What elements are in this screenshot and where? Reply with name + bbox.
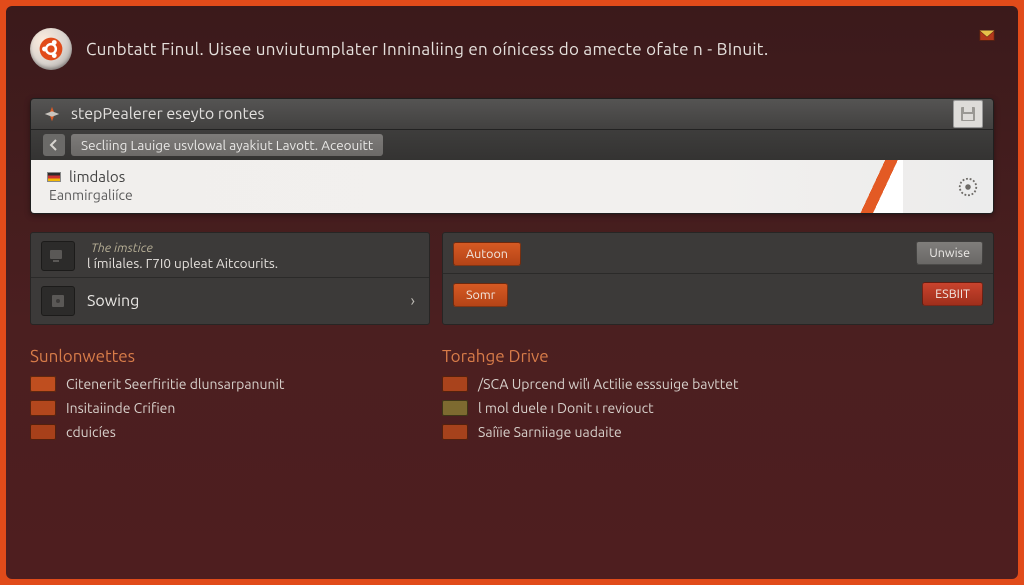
link-label: /SCA Uprcend wiľı Actilie esssuige bavtt…: [478, 376, 739, 392]
language-subtitle: Eanmirgaliíce: [49, 187, 977, 203]
compass-icon: [43, 105, 61, 123]
links-left-column: Sunlonwettes Citenerit Seerfiritie dluns…: [30, 347, 430, 444]
chevron-right-icon: ›: [411, 292, 416, 310]
color-swatch-icon: [30, 376, 56, 392]
accounts-hint: The imstice: [91, 241, 278, 255]
link-label: Saíïie Sarniiage uadaite: [478, 424, 622, 440]
link-label: Insitaiinde Crifien: [66, 400, 175, 416]
links-left-title: Sunlonwettes: [30, 347, 430, 366]
accounts-row[interactable]: The imstice l ímilales. Г7I0 upleat Aitc…: [31, 233, 429, 277]
link-item[interactable]: Insitaiinde Crifien: [30, 396, 430, 420]
mail-icon[interactable]: [978, 26, 996, 44]
window-header: Cunbtatt Finul. Uisee unviutumplater Inn…: [30, 26, 994, 72]
step-header: stepPealerer eseyto rontes: [31, 99, 993, 129]
step-title: stepPealerer eseyto rontes: [71, 105, 265, 123]
flag-icon: [47, 172, 61, 182]
chevron-left-icon: [48, 139, 60, 151]
link-item[interactable]: Saíïie Sarniiage uadaite: [442, 420, 994, 444]
settings-panel: The imstice l ímilales. Г7I0 upleat Aitc…: [30, 232, 994, 325]
color-swatch-icon: [30, 400, 56, 416]
links-section: Sunlonwettes Citenerit Seerfiritie dluns…: [30, 347, 994, 444]
action-button-2[interactable]: Somr: [453, 283, 508, 307]
ubuntu-logo-icon: [30, 28, 72, 70]
step-card: stepPealerer eseyto rontes Secliing Laui…: [30, 98, 994, 214]
unwise-button[interactable]: Unwise: [916, 241, 983, 265]
accounts-line: l ímilales. Г7I0 upleat Aitcourits.: [87, 255, 278, 271]
link-item[interactable]: cduicíes: [30, 420, 430, 444]
device-icon: [41, 241, 75, 271]
link-label: cduicíes: [66, 424, 116, 440]
link-label: Citenerit Seerfiritie dlunsarpanunit: [66, 376, 284, 392]
action-button-1[interactable]: Autoon: [453, 242, 521, 266]
floppy-icon: [960, 106, 976, 122]
gear-icon[interactable]: [957, 176, 979, 198]
drive-icon: [41, 286, 75, 316]
sowing-row[interactable]: Sowing ›: [31, 277, 429, 324]
breadcrumb: Secliing Lauige usvlowal ayakiut Lavott.…: [31, 129, 993, 160]
color-swatch-icon: [30, 424, 56, 440]
breadcrumb-chip[interactable]: Secliing Lauige usvlowal ayakiut Lavott.…: [71, 134, 383, 156]
color-swatch-icon: [442, 424, 468, 440]
links-right-column: Torahge Drive /SCA Uprcend wiľı Actilie …: [442, 347, 994, 444]
step-body: limdalos Eanmirgaliíce: [31, 160, 993, 213]
selection-stripe: [849, 160, 903, 213]
link-item[interactable]: l mol duele ı Donit ι reviouct: [442, 396, 994, 420]
link-item[interactable]: Citenerit Seerfiritie dlunsarpanunit: [30, 372, 430, 396]
ubuntu-glyph-icon: [38, 36, 64, 62]
submit-button[interactable]: ESBIIT: [922, 282, 983, 306]
color-swatch-icon: [442, 376, 468, 392]
color-swatch-icon: [442, 400, 468, 416]
link-label: l mol duele ı Donit ι reviouct: [478, 400, 654, 416]
links-right-title: Torahge Drive: [442, 347, 994, 366]
save-button[interactable]: [953, 100, 983, 128]
breadcrumb-back-button[interactable]: [43, 134, 65, 156]
language-name: limdalos: [69, 168, 125, 185]
window-title: Cunbtatt Finul. Uisee unviutumplater Inn…: [86, 40, 768, 59]
link-item[interactable]: /SCA Uprcend wiľı Actilie esssuige bavtt…: [442, 372, 994, 396]
sowing-label: Sowing: [87, 292, 399, 310]
